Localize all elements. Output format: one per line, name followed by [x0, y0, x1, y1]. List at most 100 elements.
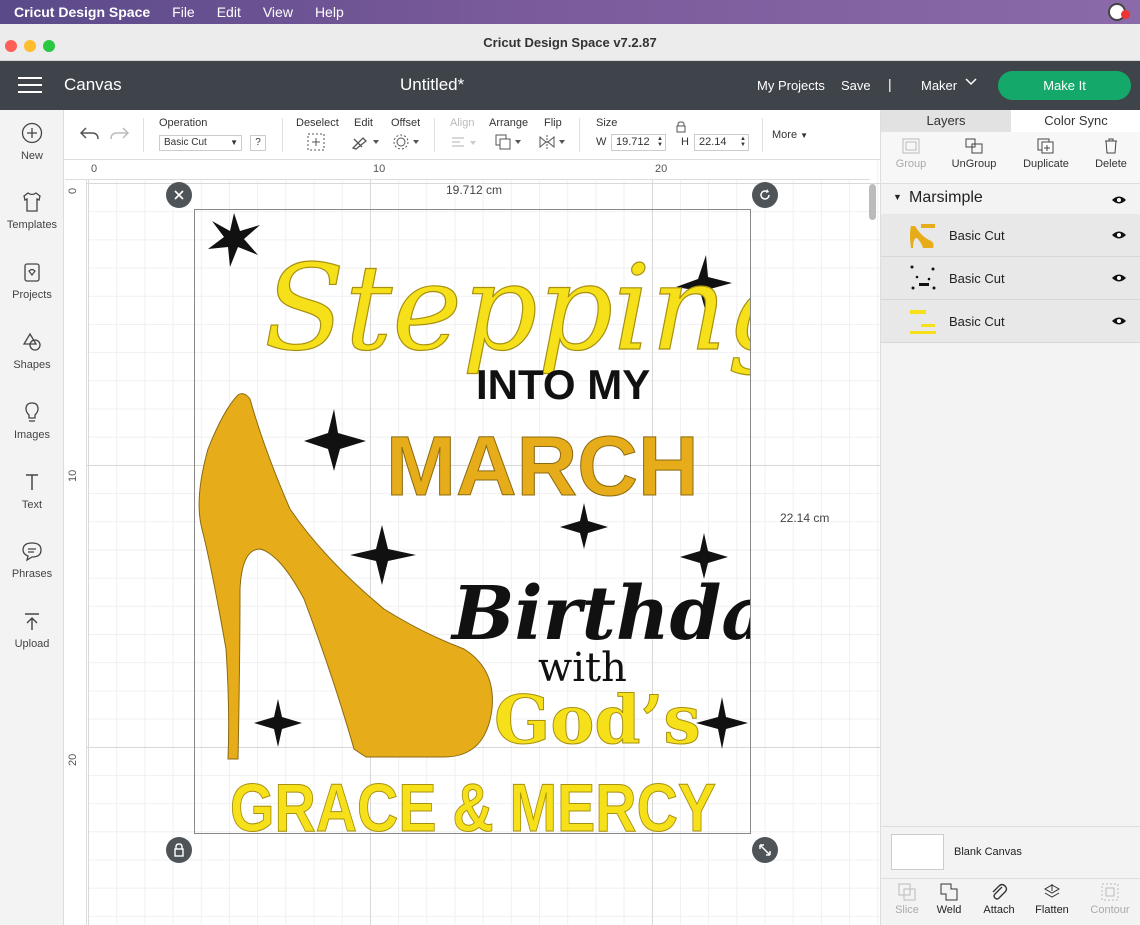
zoom-window-button[interactable] — [43, 40, 55, 52]
flatten-icon — [1043, 884, 1061, 898]
offset-icon[interactable] — [393, 134, 421, 150]
caret-down-icon: ▼ — [800, 131, 809, 140]
selection-bounding-box — [194, 209, 751, 834]
size-label: Size — [596, 117, 618, 129]
layer-row[interactable]: Basic Cut — [881, 214, 1140, 257]
header-section-title: Canvas — [64, 75, 122, 94]
menu-edit[interactable]: Edit — [217, 4, 241, 20]
arrange-label: Arrange — [489, 117, 529, 129]
save-button[interactable]: Save — [841, 78, 871, 93]
more-button[interactable]: More ▼ — [772, 129, 808, 141]
sidebar-item-label: Shapes — [13, 359, 51, 371]
menu-help[interactable]: Help — [315, 4, 344, 20]
ruler-tick-label: 10 — [373, 163, 386, 175]
layer-row[interactable]: Basic Cut — [881, 300, 1140, 343]
contour-button[interactable]: Contour — [1084, 883, 1136, 916]
group-label: Group — [895, 158, 927, 170]
sidebar-item-images[interactable]: Images — [0, 401, 64, 441]
ruler-tick-label: 20 — [67, 753, 79, 766]
toolbar-divider — [579, 118, 580, 152]
menu-file[interactable]: File — [172, 4, 195, 20]
layer-group-row[interactable]: ▼ Marsimple — [881, 184, 1140, 214]
flip-icon[interactable] — [538, 134, 568, 150]
delete-button[interactable]: Delete — [1081, 138, 1140, 170]
arrange-icon[interactable] — [494, 133, 524, 151]
delete-handle[interactable] — [166, 182, 192, 208]
blank-canvas-swatch[interactable] — [891, 834, 944, 870]
width-label: W — [596, 136, 607, 148]
lock-aspect-icon[interactable] — [676, 121, 686, 133]
edit-pencil-icon[interactable] — [351, 134, 381, 150]
paperclip-icon — [992, 883, 1008, 900]
toolbar-divider — [762, 118, 763, 152]
sidebar-item-upload[interactable]: Upload — [0, 610, 64, 650]
dropdown-arrow-icon: ▼ — [230, 138, 238, 147]
menu-view[interactable]: View — [263, 4, 293, 20]
ungroup-button[interactable]: UnGroup — [944, 138, 1004, 170]
visibility-eye-icon[interactable] — [1111, 195, 1127, 205]
stepper-icon[interactable]: ▲ ▼ — [657, 136, 663, 148]
visibility-eye-icon[interactable] — [1111, 230, 1127, 240]
menubar-app-name[interactable]: Cricut Design Space — [14, 4, 150, 20]
undo-icon[interactable] — [78, 125, 100, 143]
weld-button[interactable]: Weld — [923, 883, 975, 916]
mac-menubar: Cricut Design Space File Edit View Help — [0, 0, 1140, 24]
tab-layers[interactable]: Layers — [881, 110, 1011, 132]
width-value: 19.712 — [616, 136, 650, 148]
redo-icon[interactable] — [109, 125, 131, 143]
weld-label: Weld — [936, 904, 962, 916]
speech-bubble-icon — [22, 542, 42, 562]
stepper-icon[interactable]: ▲ ▼ — [740, 136, 746, 148]
layer-thumbnail-stars — [910, 265, 936, 290]
my-projects-button[interactable]: My Projects — [757, 78, 825, 93]
sidebar-item-projects[interactable]: Projects — [0, 261, 64, 301]
deselect-icon[interactable] — [307, 133, 325, 151]
height-label: H — [681, 136, 689, 148]
ungroup-icon — [965, 138, 983, 154]
tab-color-sync[interactable]: Color Sync — [1011, 110, 1140, 132]
chevron-down-icon[interactable] — [965, 75, 977, 89]
hamburger-menu-icon[interactable] — [18, 77, 42, 95]
close-window-button[interactable] — [5, 40, 17, 52]
blank-canvas-row[interactable]: Blank Canvas — [881, 826, 1140, 878]
resize-handle[interactable] — [752, 837, 778, 863]
sidebar-item-new[interactable]: New — [0, 122, 64, 162]
upload-icon — [25, 613, 39, 630]
bottom-actions: Slice Weld Attach Flatten Contour — [881, 878, 1140, 925]
trash-icon — [1105, 138, 1117, 154]
sidebar-item-phrases[interactable]: Phrases — [0, 540, 64, 580]
duplicate-icon — [1037, 138, 1054, 154]
rotate-handle[interactable] — [752, 182, 778, 208]
width-readout: 19.712 cm — [446, 183, 503, 197]
layer-row[interactable]: Basic Cut — [881, 257, 1140, 300]
sidebar-item-label: Images — [13, 429, 51, 441]
vertical-scrollbar[interactable] — [869, 184, 876, 220]
machine-select[interactable]: Maker — [921, 78, 957, 93]
operation-help-button[interactable]: ? — [250, 135, 266, 151]
sidebar-item-text[interactable]: Text — [0, 471, 64, 511]
minimize-window-button[interactable] — [24, 40, 36, 52]
group-button[interactable]: Group — [881, 138, 941, 170]
sidebar-item-templates[interactable]: Templates — [0, 191, 64, 231]
sidebar-item-shapes[interactable]: Shapes — [0, 331, 64, 371]
visibility-eye-icon[interactable] — [1111, 273, 1127, 283]
lock-handle[interactable] — [166, 837, 192, 863]
align-icon[interactable] — [450, 135, 478, 151]
flatten-button[interactable]: Flatten — [1026, 883, 1078, 916]
height-input[interactable]: 22.14 ▲ ▼ — [694, 134, 749, 151]
flip-label: Flip — [544, 117, 562, 129]
offset-label: Offset — [391, 117, 421, 129]
duplicate-button[interactable]: Duplicate — [1016, 138, 1076, 170]
visibility-eye-icon[interactable] — [1111, 316, 1127, 326]
make-it-button[interactable]: Make It — [998, 71, 1131, 100]
close-icon — [174, 190, 184, 200]
edit-label: Edit — [354, 117, 373, 129]
width-input[interactable]: 19.712 ▲ ▼ — [611, 134, 666, 151]
projects-icon — [24, 263, 40, 282]
operation-select[interactable]: Basic Cut ▼ — [159, 135, 242, 151]
caret-down-icon[interactable]: ▼ — [893, 192, 902, 202]
attach-button[interactable]: Attach — [973, 883, 1025, 916]
document-title[interactable]: Untitled* — [400, 75, 464, 95]
rotate-icon — [760, 189, 770, 200]
ungroup-label: UnGroup — [951, 158, 997, 170]
